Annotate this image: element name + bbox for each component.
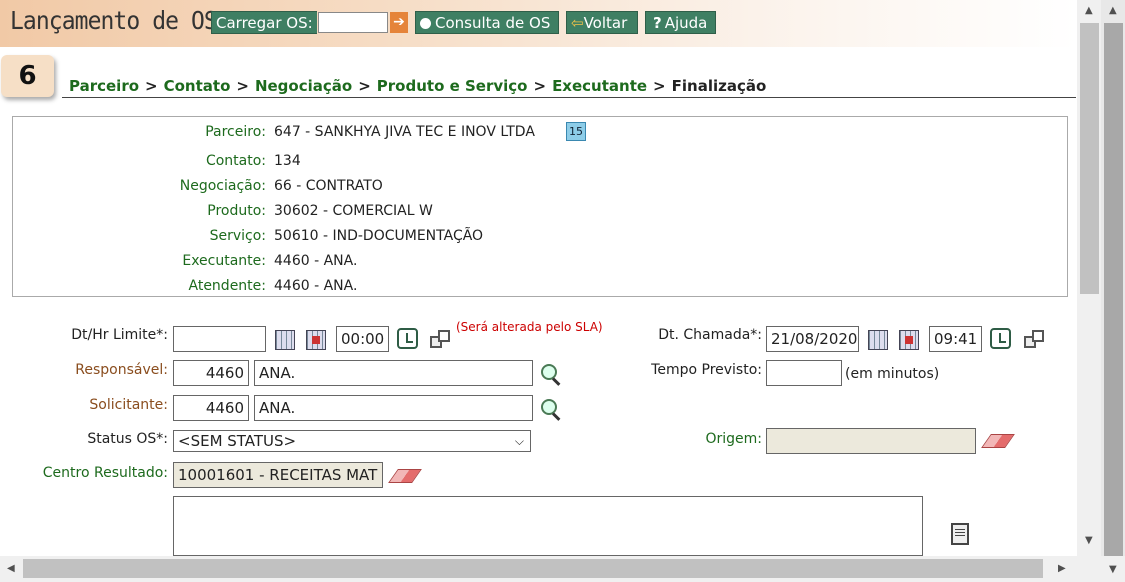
calendar-icon[interactable]: 15 (566, 122, 586, 141)
solicitante-label[interactable]: Solicitante: (30, 397, 168, 413)
inner-scroll-thumb[interactable] (1080, 23, 1099, 294)
solicitante-code-input[interactable]: 4460 (173, 395, 249, 421)
origem-input[interactable] (766, 428, 976, 454)
notepad-icon[interactable] (951, 523, 969, 545)
breadcrumb: Parceiro > Contato > Negociação > Produto e Se… (69, 77, 767, 95)
scroll-up-icon[interactable]: ▲ (1109, 5, 1117, 16)
horizontal-scrollbar[interactable]: ◀ ▶ (0, 556, 1077, 582)
summary-row-servico: Serviço: 50610 - IND-DOCUMENTAÇÃO (209, 228, 484, 244)
summary-row-executante: Executante: 4460 - ANA. (182, 253, 358, 269)
sla-note: (Será alterada pelo SLA) (456, 320, 603, 334)
tempo-previsto-label: Tempo Previsto: (651, 362, 762, 378)
solicitante-name-input[interactable]: ANA. (254, 395, 533, 421)
scroll-down-icon[interactable]: ▼ (1109, 564, 1117, 575)
summary-panel: Parceiro: 647 - SANKHYA JIVA TEC E INOV … (12, 116, 1068, 297)
summary-row-parceiro: Parceiro: 647 - SANKHYA JIVA TEC E INOV … (13, 122, 1067, 142)
status-os-select[interactable]: <SEM STATUS> ⌵ (173, 430, 531, 452)
eraser-icon[interactable] (981, 434, 1015, 448)
chevron-down-icon: ⌵ (514, 434, 524, 448)
dt-chamada-date-input[interactable]: 21/08/2020 (766, 326, 859, 352)
responsavel-code-input[interactable]: 4460 (173, 360, 249, 386)
centro-resultado-input[interactable]: 10001601 - RECEITAS MAT (173, 462, 383, 488)
description-textarea[interactable] (173, 496, 923, 556)
dt-limite-date-input[interactable] (173, 326, 266, 352)
calendar-icon[interactable] (868, 330, 888, 350)
vertical-scrollbar[interactable]: ▲ ▼ ▲ (1077, 0, 1125, 560)
tempo-previsto-input[interactable] (766, 360, 842, 386)
ajuda-button[interactable]: ? Ajuda (645, 11, 716, 34)
voltar-button[interactable]: ⇦Voltar (566, 11, 638, 34)
origem-label: Origem: (705, 431, 762, 447)
arrow-right-icon: ➔ (393, 14, 405, 30)
breadcrumb-produto-servico[interactable]: Produto e Serviço (377, 77, 528, 95)
summary-row-contato: Contato: 134 (205, 153, 301, 169)
help-icon: ? (653, 14, 662, 32)
clock-icon[interactable] (397, 328, 418, 349)
carregar-go-button[interactable]: ➔ (390, 12, 408, 33)
summary-row-produto: Produto: 30602 - COMERCIAL W (207, 203, 433, 219)
tempo-unit-label: (em minutos) (845, 366, 940, 382)
calendar-icon[interactable] (275, 330, 295, 350)
breadcrumb-parceiro[interactable]: Parceiro (69, 77, 139, 95)
dt-chamada-time-input[interactable]: 09:41 (929, 326, 982, 352)
carregar-os-label: Carregar OS: (211, 11, 317, 34)
copy-icon[interactable] (1024, 330, 1044, 350)
scroll-right-icon[interactable]: ▶ (1058, 563, 1066, 574)
summary-row-negociacao: Negociação: 66 - CONTRATO (179, 178, 383, 194)
breadcrumb-finalizacao: Finalização (671, 77, 767, 95)
calendar-clear-icon[interactable] (306, 330, 326, 350)
search-icon[interactable] (540, 363, 562, 385)
dt-chamada-label: Dt. Chamada*: (658, 327, 762, 343)
search-icon (420, 18, 431, 29)
app-title: Lançamento de OS (10, 6, 218, 35)
breadcrumb-divider (62, 97, 1076, 98)
carregar-os-input[interactable] (318, 12, 388, 33)
summary-row-atendente: Atendente: 4460 - ANA. (188, 278, 358, 294)
breadcrumb-negociacao[interactable]: Negociação (255, 77, 352, 95)
header-bar: Lançamento de OS Carregar OS: ➔ Consulta… (0, 0, 1077, 47)
clock-icon[interactable] (990, 328, 1011, 349)
centro-resultado-label: Centro Resultado: (42, 465, 168, 481)
arrow-left-icon: ⇦ (571, 14, 584, 32)
dt-limite-label: Dt/Hr Limite*: (71, 327, 168, 343)
search-icon[interactable] (540, 398, 562, 420)
breadcrumb-contato[interactable]: Contato (164, 77, 231, 95)
consulta-os-button[interactable]: Consulta de OS (415, 11, 559, 34)
responsavel-label[interactable]: Responsável: (30, 362, 168, 378)
step-badge: 6 (1, 55, 54, 97)
status-os-label: Status OS*: (87, 431, 168, 447)
horizontal-scroll-thumb[interactable] (23, 559, 1043, 578)
outer-scroll-thumb[interactable] (1104, 23, 1123, 556)
dt-limite-time-input[interactable]: 00:00 (336, 326, 389, 352)
copy-icon[interactable] (430, 330, 450, 350)
eraser-icon[interactable] (388, 469, 422, 483)
breadcrumb-executante[interactable]: Executante (552, 77, 647, 95)
scroll-corner: ▼ (1077, 556, 1125, 582)
calendar-clear-icon[interactable] (899, 330, 919, 350)
scroll-up-icon[interactable]: ▲ (1085, 5, 1093, 16)
scroll-left-icon[interactable]: ◀ (7, 563, 15, 574)
responsavel-name-input[interactable]: ANA. (254, 360, 533, 386)
scroll-down-icon[interactable]: ▼ (1085, 535, 1093, 546)
